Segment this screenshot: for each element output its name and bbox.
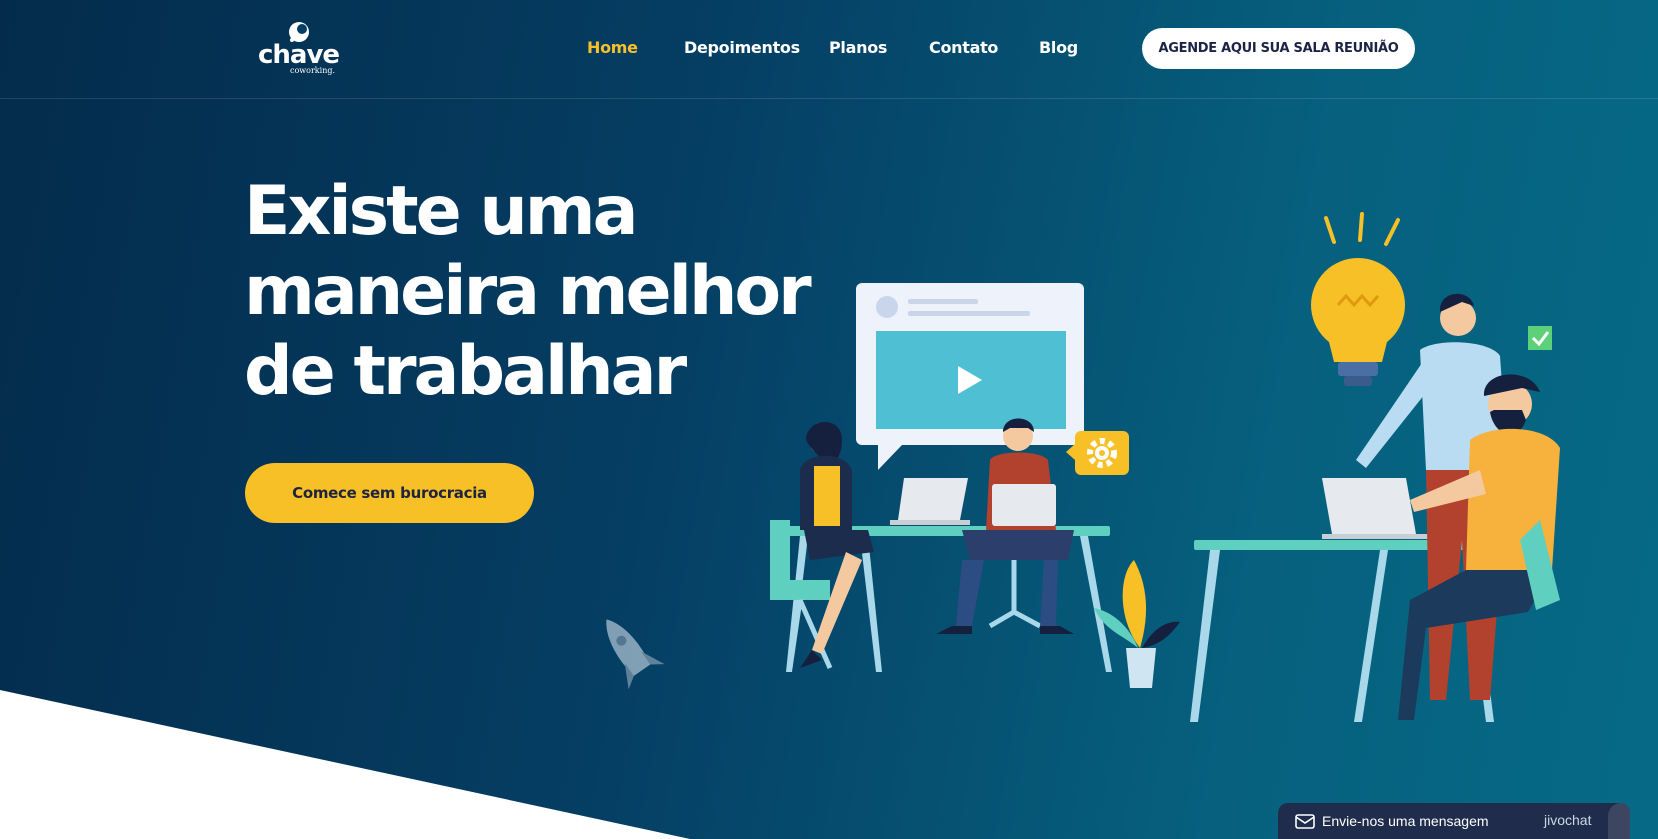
gear-icon (1066, 431, 1129, 475)
envelope-icon (1295, 814, 1315, 829)
chat-widget[interactable]: Envie-nos uma mensagem jivochat (1278, 803, 1630, 839)
nav-planos[interactable]: Planos (829, 38, 887, 57)
check-icon (1528, 326, 1552, 350)
chat-corner (1608, 803, 1630, 839)
woman-figure (770, 421, 874, 670)
hero-illustration (770, 212, 1560, 722)
logo[interactable]: chave coworking. (258, 20, 340, 76)
nav-contato[interactable]: Contato (929, 38, 998, 57)
schedule-meeting-room-button[interactable]: AGENDE AQUI SUA SALA REUNIÃO (1142, 28, 1415, 69)
chat-brand: jivochat (1544, 812, 1592, 828)
start-button[interactable]: Comece sem burocracia (245, 463, 534, 523)
nav-blog[interactable]: Blog (1039, 38, 1078, 57)
nav-depoimentos[interactable]: Depoimentos (684, 38, 800, 57)
site-header: chave coworking. Home Depoimentos Planos… (0, 0, 1658, 99)
logo-subtitle: coworking. (290, 66, 336, 75)
page: chave coworking. Home Depoimentos Planos… (0, 0, 1658, 839)
nav-home[interactable]: Home (587, 38, 638, 57)
chat-label: Envie-nos uma mensagem (1322, 813, 1489, 829)
lightbulb-icon (1311, 212, 1405, 386)
